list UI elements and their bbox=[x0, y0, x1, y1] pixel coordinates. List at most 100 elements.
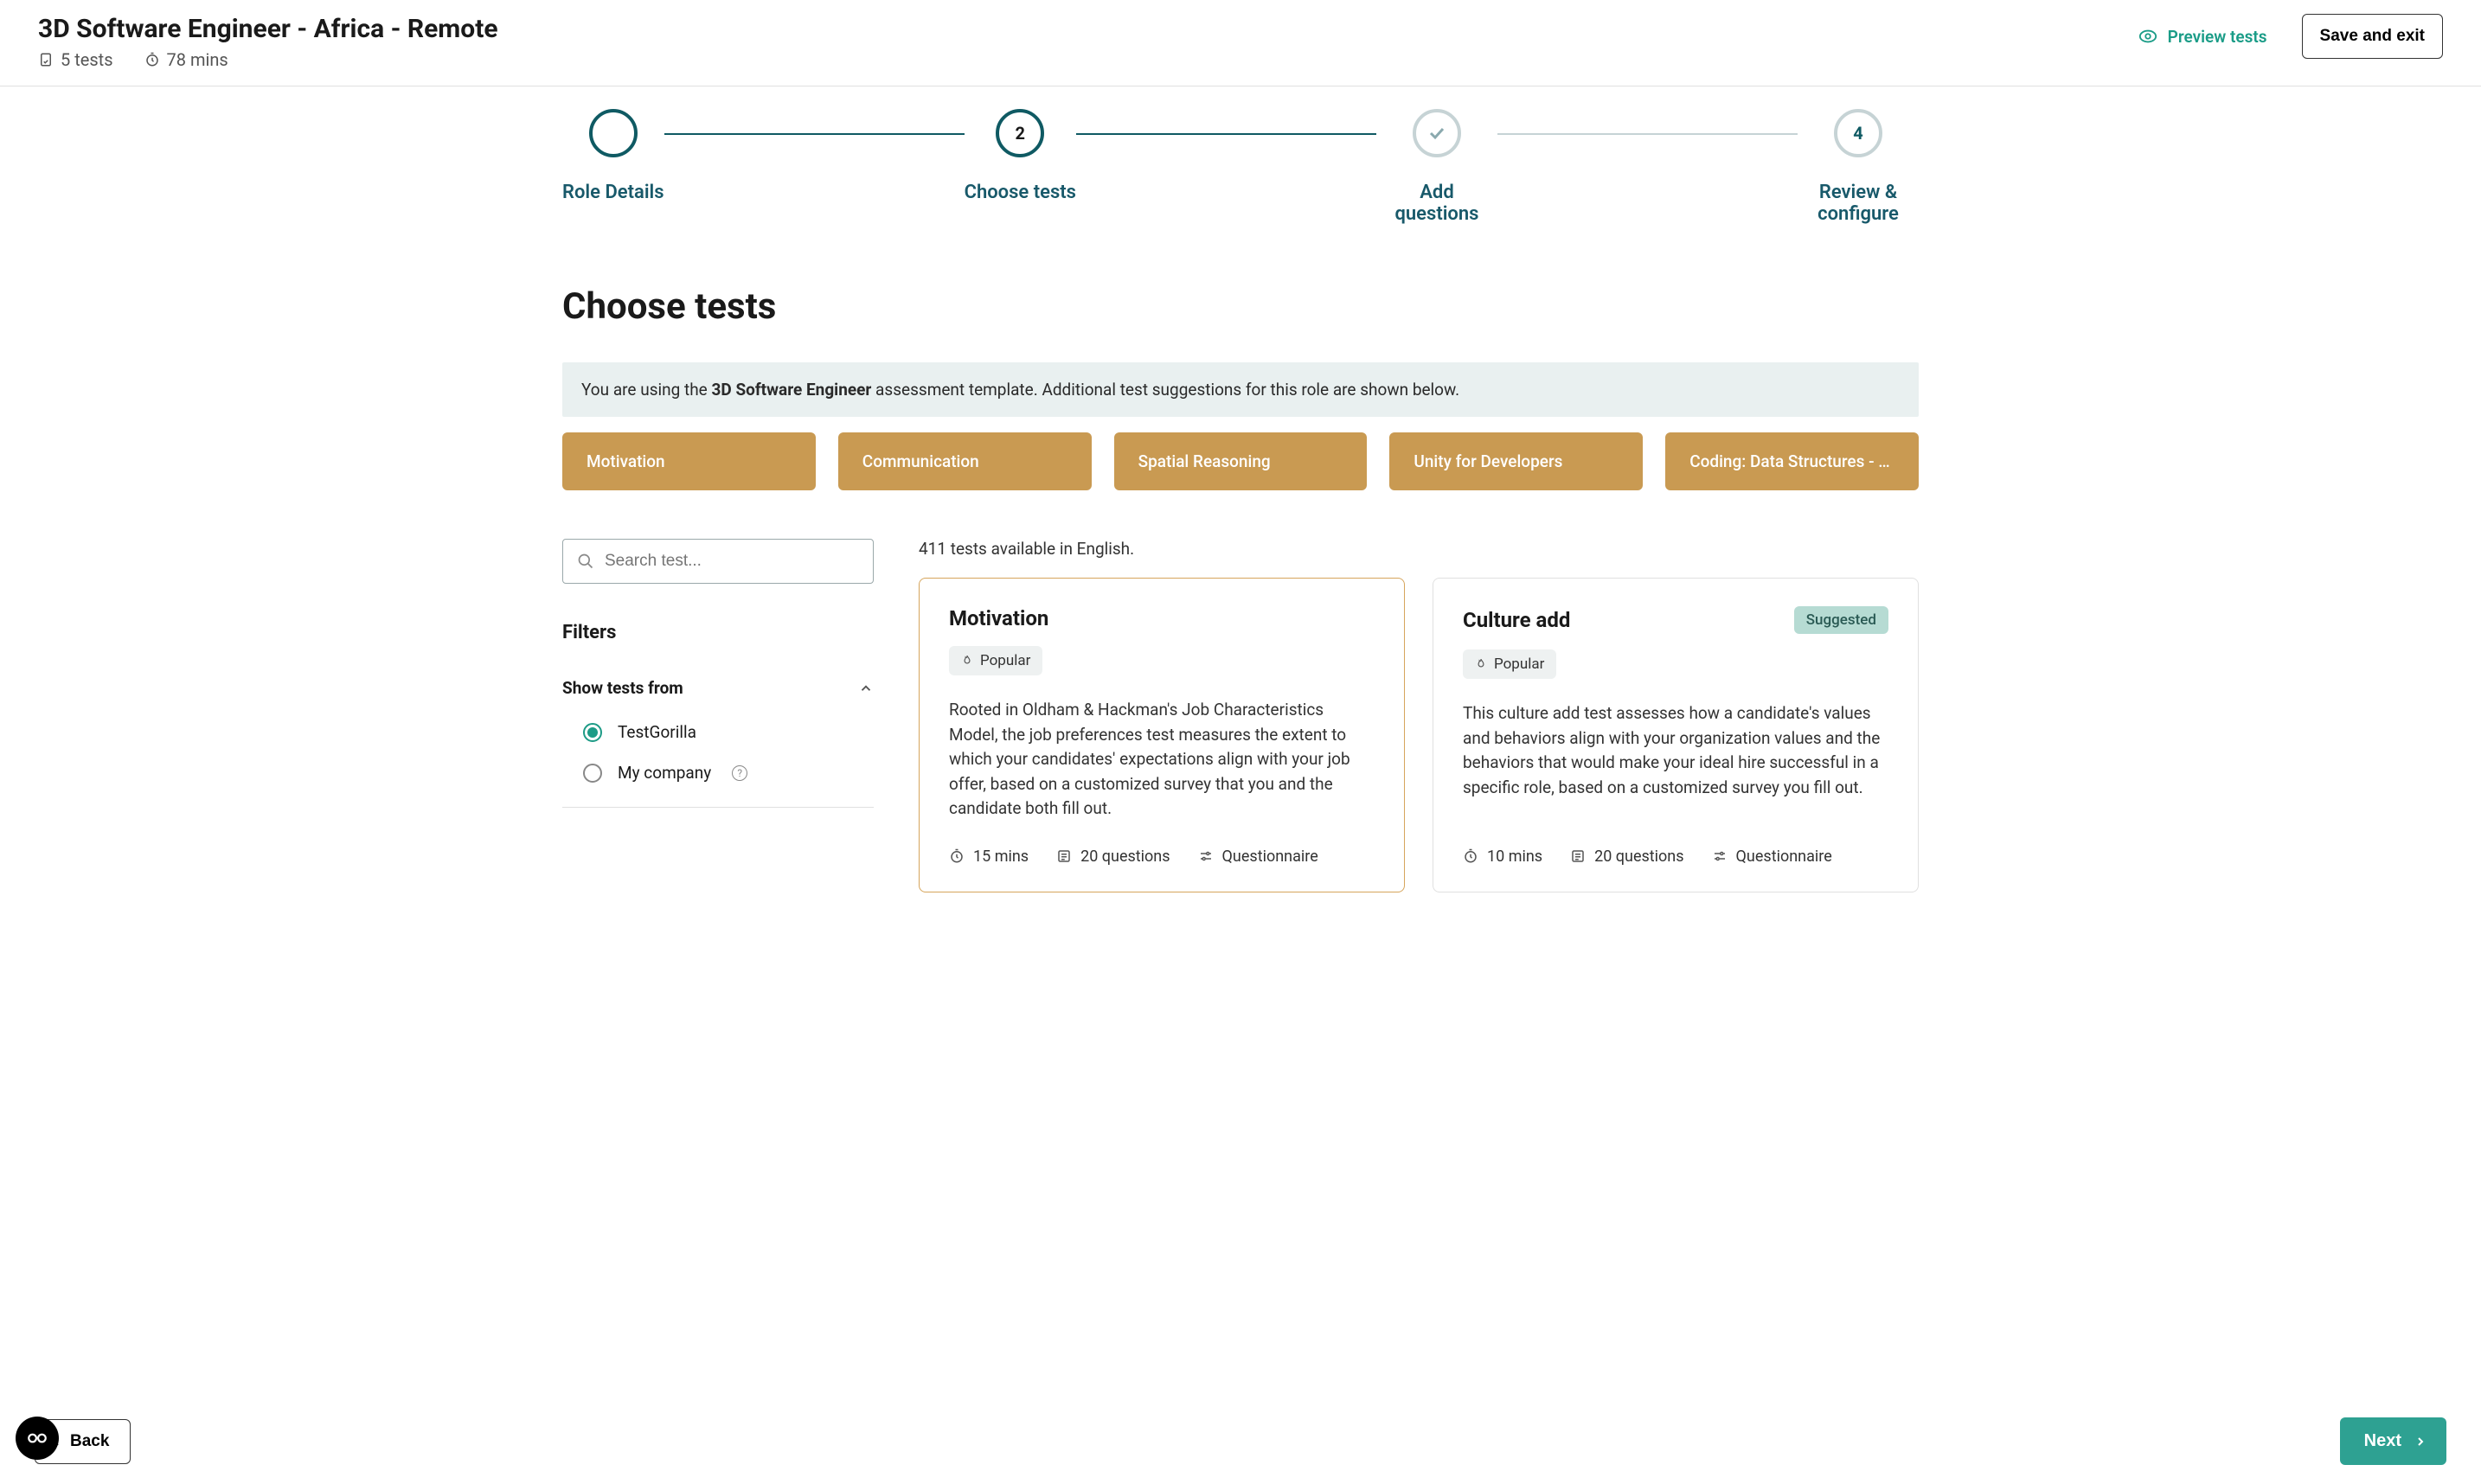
duration-text: 78 mins bbox=[167, 49, 228, 70]
results-column: 411 tests available in English. Motivati… bbox=[919, 539, 1919, 892]
banner-template-name: 3D Software Engineer bbox=[711, 380, 871, 400]
header-left: 3D Software Engineer - Africa - Remote 5… bbox=[38, 14, 498, 70]
card-questions: 20 questions bbox=[1570, 848, 1683, 866]
sliders-icon bbox=[1198, 848, 1214, 864]
chevron-right-icon bbox=[2414, 1435, 2427, 1449]
test-cards-row: Motivation Popular Rooted in Oldham & Ha… bbox=[919, 578, 1919, 892]
card-duration: 10 mins bbox=[1463, 848, 1542, 866]
check-icon bbox=[1426, 123, 1447, 144]
filter-options: TestGorilla My company ? bbox=[562, 722, 874, 808]
tests-count: 5 tests bbox=[38, 49, 113, 70]
card-duration-text: 10 mins bbox=[1487, 848, 1542, 866]
card-type-text: Questionnaire bbox=[1736, 848, 1832, 866]
step-label: Choose tests bbox=[965, 182, 1076, 203]
fire-icon bbox=[961, 655, 973, 667]
filters-heading: Filters bbox=[562, 622, 874, 643]
banner-prefix: You are using the bbox=[581, 380, 711, 400]
filter-group-show-from[interactable]: Show tests from bbox=[562, 678, 874, 698]
test-card-culture-add[interactable]: Culture add Suggested Popular This cultu… bbox=[1433, 578, 1919, 892]
next-label: Next bbox=[2364, 1431, 2401, 1451]
questions-icon bbox=[1056, 848, 1072, 864]
filters-sidebar: Filters Show tests from TestGorilla My c… bbox=[562, 539, 874, 892]
questions-icon bbox=[1570, 848, 1586, 864]
step-add-questions[interactable]: Add questions bbox=[1376, 109, 1497, 225]
step-label: Role Details bbox=[562, 182, 664, 203]
chevron-up-icon bbox=[858, 681, 874, 696]
search-icon bbox=[577, 553, 594, 570]
step-label: Add questions bbox=[1376, 182, 1497, 225]
test-card-description: This culture add test assesses how a can… bbox=[1463, 701, 1888, 822]
footer-bar: Back Next bbox=[0, 1398, 2481, 1484]
test-card-title: Culture add bbox=[1463, 608, 1570, 632]
header-bar: 3D Software Engineer - Africa - Remote 5… bbox=[0, 0, 2481, 86]
stepper: Role Details 2 Choose tests Add question… bbox=[562, 86, 1919, 259]
clock-icon bbox=[144, 52, 160, 67]
filter-option-my-company[interactable]: My company ? bbox=[583, 763, 874, 783]
card-questions-text: 20 questions bbox=[1080, 848, 1170, 866]
popular-badge: Popular bbox=[949, 646, 1042, 675]
step-label: Review & configure bbox=[1798, 182, 1919, 225]
test-card-meta: 10 mins 20 questions Questionnaire bbox=[1463, 848, 1888, 866]
sliders-icon bbox=[1712, 848, 1728, 864]
page-title: Choose tests bbox=[562, 285, 1919, 328]
tests-icon bbox=[38, 52, 54, 67]
results-count: 411 tests available in English. bbox=[919, 539, 1919, 559]
check-icon bbox=[603, 123, 624, 144]
radio-icon bbox=[583, 764, 602, 783]
widget-fab[interactable] bbox=[16, 1417, 59, 1460]
step-num: 4 bbox=[1834, 109, 1882, 157]
card-type: Questionnaire bbox=[1198, 848, 1318, 866]
save-and-exit-button[interactable]: Save and exit bbox=[2302, 14, 2443, 59]
clock-icon bbox=[949, 848, 965, 864]
step-review-configure[interactable]: 4 Review & configure bbox=[1798, 109, 1919, 225]
card-duration-text: 15 mins bbox=[973, 848, 1029, 866]
help-icon[interactable]: ? bbox=[732, 765, 747, 781]
back-label: Back bbox=[70, 1432, 109, 1451]
radio-selected-icon bbox=[583, 723, 602, 742]
suggested-badge: Suggested bbox=[1794, 606, 1888, 634]
save-exit-label: Save and exit bbox=[2320, 27, 2425, 45]
step-connector bbox=[1497, 133, 1798, 135]
template-info-banner: You are using the 3D Software Engineer a… bbox=[562, 362, 1919, 417]
link-icon bbox=[26, 1427, 48, 1449]
card-type: Questionnaire bbox=[1712, 848, 1832, 866]
banner-suffix: assessment template. Additional test sug… bbox=[871, 380, 1459, 400]
tests-count-text: 5 tests bbox=[61, 49, 113, 70]
filter-group-label: Show tests from bbox=[562, 678, 683, 698]
preview-label: Preview tests bbox=[2168, 27, 2267, 47]
assessment-title: 3D Software Engineer - Africa - Remote bbox=[38, 14, 498, 44]
eye-icon bbox=[2138, 27, 2157, 46]
search-input[interactable] bbox=[605, 552, 859, 571]
card-questions: 20 questions bbox=[1056, 848, 1170, 866]
search-box[interactable] bbox=[562, 539, 874, 584]
test-card-motivation[interactable]: Motivation Popular Rooted in Oldham & Ha… bbox=[919, 578, 1405, 892]
step-num: 2 bbox=[1016, 123, 1025, 144]
scroll-area[interactable]: Role Details 2 Choose tests Add question… bbox=[0, 86, 2481, 1415]
next-button[interactable]: Next bbox=[2340, 1417, 2446, 1465]
preview-tests-link[interactable]: Preview tests bbox=[2138, 27, 2267, 47]
card-type-text: Questionnaire bbox=[1222, 848, 1318, 866]
filter-option-label: My company bbox=[618, 763, 711, 783]
popular-badge: Popular bbox=[1463, 649, 1556, 679]
step-connector bbox=[664, 133, 965, 135]
selected-test-chip[interactable]: Spatial Reasoning bbox=[1114, 432, 1368, 490]
selected-test-chip[interactable]: Coding: Data Structures - Ha... bbox=[1665, 432, 1919, 490]
selected-test-chip[interactable]: Unity for Developers bbox=[1389, 432, 1643, 490]
duration: 78 mins bbox=[144, 49, 228, 70]
step-choose-tests[interactable]: 2 Choose tests bbox=[965, 109, 1076, 203]
card-duration: 15 mins bbox=[949, 848, 1029, 866]
popular-label: Popular bbox=[980, 652, 1030, 669]
card-questions-text: 20 questions bbox=[1594, 848, 1683, 866]
filter-option-testgorilla[interactable]: TestGorilla bbox=[583, 722, 874, 742]
selected-test-chip[interactable]: Motivation bbox=[562, 432, 816, 490]
fire-icon bbox=[1475, 658, 1487, 670]
selected-test-chip[interactable]: Communication bbox=[838, 432, 1092, 490]
clock-icon bbox=[1463, 848, 1478, 864]
step-role-details[interactable]: Role Details bbox=[562, 109, 664, 203]
test-card-meta: 15 mins 20 questions Questionnaire bbox=[949, 848, 1375, 866]
selected-tests-row: Motivation Communication Spatial Reasoni… bbox=[562, 432, 1919, 490]
test-card-description: Rooted in Oldham & Hackman's Job Charact… bbox=[949, 698, 1375, 822]
popular-label: Popular bbox=[1494, 656, 1544, 673]
header-right: Preview tests Save and exit bbox=[2138, 14, 2443, 59]
step-connector bbox=[1076, 133, 1376, 135]
